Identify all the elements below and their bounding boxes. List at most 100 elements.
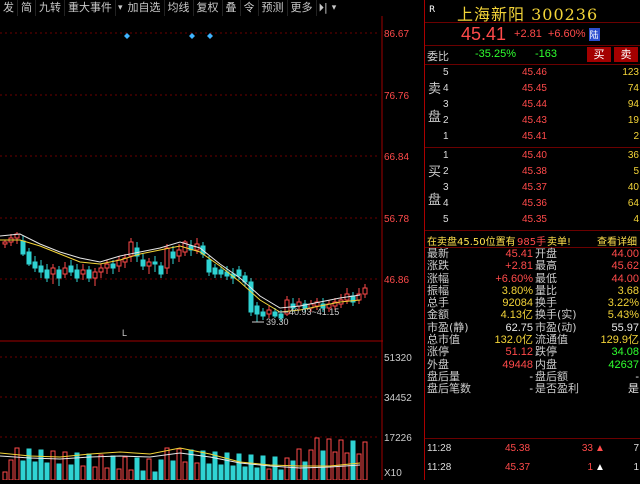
tick-volume: 1 (587, 462, 593, 473)
weibi-diff: -163 (535, 48, 558, 60)
volume-bar (8, 459, 14, 480)
view-details-link[interactable]: 查看详细 (597, 233, 637, 248)
toolbar-item-fa[interactable]: 发 (0, 0, 18, 16)
volume-bar (254, 467, 260, 480)
bid-row[interactable]: 1 45.40 36 (425, 148, 640, 164)
ask-row[interactable]: 2 45.43 19 (425, 113, 640, 129)
volume-bar (194, 462, 200, 480)
tick-price: 45.38 (505, 443, 531, 454)
arrow-up-icon: ▲ (595, 462, 605, 473)
toolbar-item-forecast[interactable]: 预测 (259, 0, 288, 16)
ask-volume: 2 (633, 131, 639, 142)
bid-volume: 5 (633, 166, 639, 177)
kline-chart[interactable]: 39.30 40.93~41.15 L (0, 16, 383, 480)
event-marker (207, 33, 213, 39)
volume-bar (26, 448, 32, 480)
bid-level: 3 (443, 182, 449, 193)
toolbar-item-ling[interactable]: 令 (241, 0, 259, 16)
candle-body (158, 265, 164, 275)
stat-value: 44.00 (611, 272, 639, 285)
axis-volume-label: 51320 (384, 353, 412, 364)
range-label: 40.93~41.15 (289, 307, 339, 317)
tick-count: 1 (633, 462, 639, 473)
buy-button[interactable]: 买 (587, 47, 611, 62)
volume-bar (356, 453, 362, 480)
sell-button[interactable]: 卖 (614, 47, 638, 62)
ask-volume: 74 (627, 83, 639, 94)
ask-row[interactable]: 1 45.41 2 (425, 129, 640, 145)
toolbar-item-add-watchlist[interactable]: 加自选 (125, 0, 165, 16)
bid-book: 买 盘 1 45.40 36 2 45.38 5 3 45.37 40 4 45.36 64 5 45.3… (425, 148, 640, 230)
volume-bar (278, 469, 284, 480)
toolbar-item-adjust[interactable]: 复权 (194, 0, 223, 16)
volume-bar (224, 452, 230, 480)
ask-row[interactable]: 4 45.45 74 (425, 81, 640, 97)
bid-level: 4 (443, 198, 449, 209)
alert-amount: 985手 (517, 237, 547, 248)
stat-row: 盘后笔数 - 是否盈利 是 (425, 382, 640, 396)
stat-row: 振幅 3.80% 量比 3.68 (425, 284, 640, 297)
bell-icon[interactable]: ⏵| (317, 0, 330, 16)
candle-body (104, 263, 110, 269)
stat-value: 49448 (502, 358, 533, 371)
volume-bar (284, 457, 290, 480)
stat-value: 92084 (502, 297, 533, 310)
toolbar-item-more[interactable]: 更多 (288, 0, 317, 16)
toolbar-item-jian[interactable]: 简 (18, 0, 36, 16)
ask-level: 2 (443, 115, 449, 126)
toolbar-item-overlay[interactable]: 叠 (223, 0, 241, 16)
chevron-down-icon[interactable]: ▾ (116, 0, 125, 16)
stat-value: - (635, 370, 639, 383)
ask-book: 卖 盘 5 45.46 123 4 45.45 74 3 45.44 94 2 45.43 19 1 45… (425, 65, 640, 147)
toolbar-item-major-events[interactable]: 重大事件 (65, 0, 116, 16)
bid-level: 5 (443, 214, 449, 225)
volume-bar (272, 456, 278, 480)
candle-body (254, 305, 260, 315)
stat-label: 换手(实) (535, 308, 577, 322)
volume-bar (38, 449, 44, 480)
expand-arrow-icon[interactable]: ▾ (330, 0, 339, 16)
candle-body (98, 267, 104, 273)
stat-label: 金额 (427, 308, 449, 322)
toolbar-item-moving-average[interactable]: 均线 (165, 0, 194, 16)
stat-value: 45.41 (505, 248, 533, 260)
volume-bar (110, 455, 116, 480)
volume-bar (200, 450, 206, 480)
stat-label: 盘后笔数 (427, 382, 471, 396)
volume-bar (146, 458, 152, 480)
bid-row[interactable]: 4 45.36 64 (425, 196, 640, 212)
bid-price: 45.38 (521, 166, 547, 177)
tick-time: 11:28 (427, 462, 452, 473)
candle-body (62, 267, 68, 275)
bid-row[interactable]: 3 45.37 40 (425, 180, 640, 196)
ask-price: 45.43 (521, 115, 547, 126)
axis-volume-unit: X10 (384, 468, 402, 479)
ask-row[interactable]: 3 45.44 94 (425, 97, 640, 113)
axis-volume-label: 34452 (384, 393, 412, 404)
weibi-ratio: -35.25% (475, 48, 516, 60)
volume-bar (314, 437, 320, 480)
axis-volume-label: 17226 (384, 433, 412, 444)
toolbar-item-jiuzhuan[interactable]: 九转 (36, 0, 65, 16)
bid-row[interactable]: 5 45.35 4 (425, 212, 640, 228)
volume-bar (80, 465, 86, 480)
volume-bar (86, 453, 92, 480)
bid-volume: 4 (633, 214, 639, 225)
volume-bar (152, 471, 158, 480)
axis-price-label: 66.84 (384, 152, 409, 163)
ask-row[interactable]: 5 45.46 123 (425, 65, 640, 81)
arrow-up-icon: ▲ (595, 443, 605, 454)
candle-body (170, 251, 176, 259)
bid-level: 2 (443, 166, 449, 177)
volume-bar (230, 465, 236, 480)
candle-body (176, 249, 182, 257)
bid-row[interactable]: 2 45.38 5 (425, 164, 640, 180)
stat-row: 涨停 51.12 跌停 34.08 (425, 346, 640, 359)
candle-body (266, 309, 272, 315)
candle-body (38, 265, 44, 273)
volume-bar (290, 460, 296, 480)
candle-body (92, 271, 98, 279)
stat-label: 是否盈利 (535, 382, 579, 396)
candle-body (362, 287, 368, 295)
stat-value: 132.0亿 (494, 334, 533, 347)
